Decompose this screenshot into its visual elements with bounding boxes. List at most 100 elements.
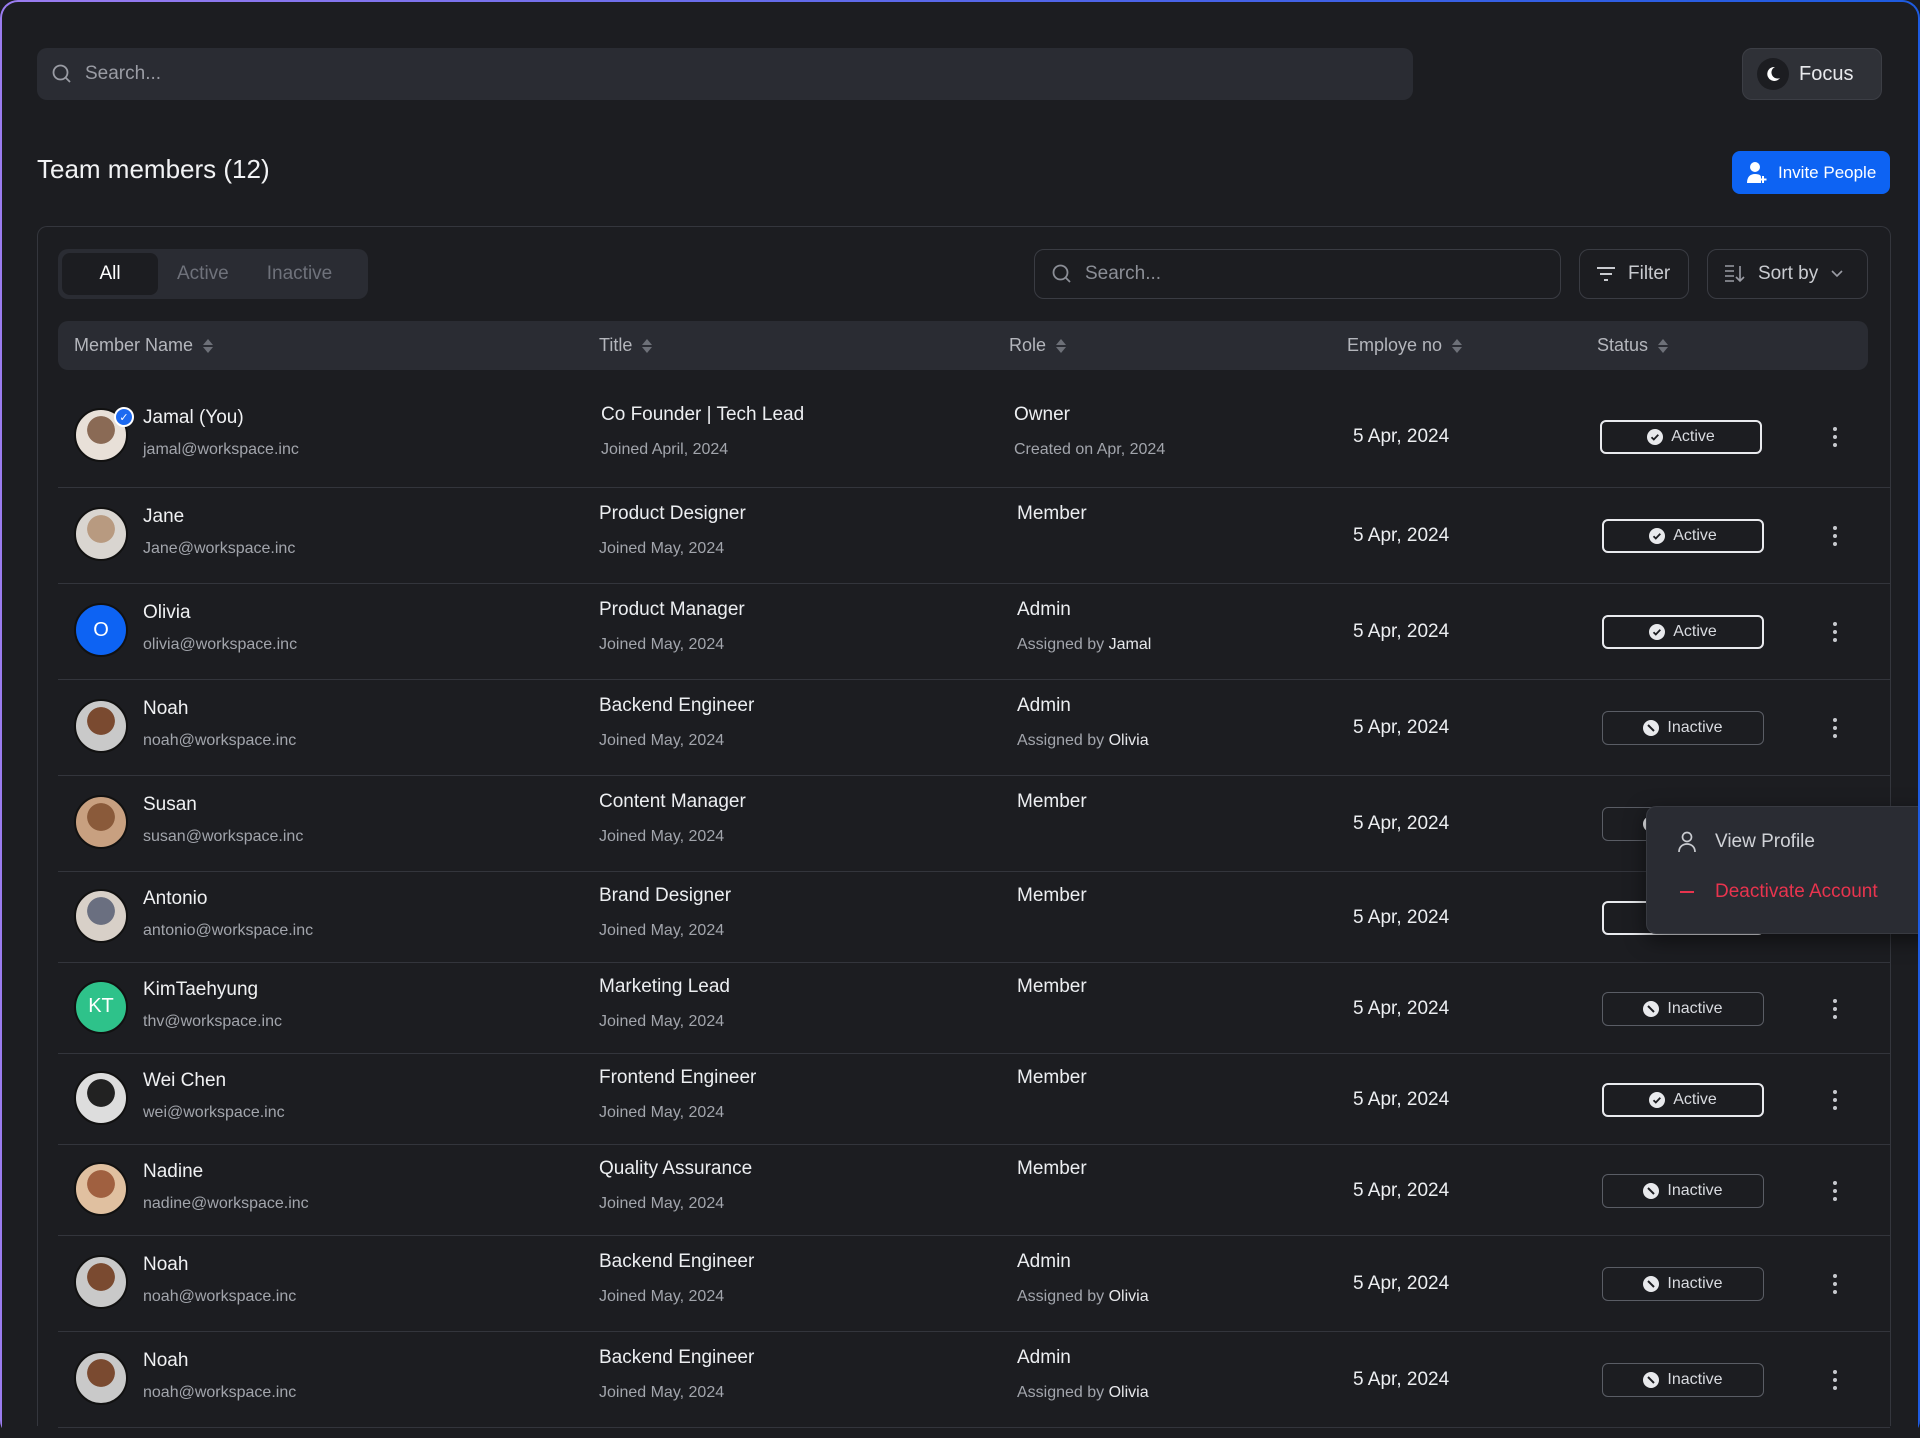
column-label: Status <box>1597 335 1649 355</box>
focus-toggle-button[interactable]: Focus <box>1742 48 1882 100</box>
table-row[interactable]: O Olivia olivia@workspace.inc Product Manag… <box>58 584 1890 680</box>
table-row[interactable]: Noah noah@workspace.inc Backend Engineer Jo… <box>58 1236 1890 1332</box>
table-row[interactable]: Nadine nadine@workspace.inc Quality Assura… <box>58 1145 1890 1236</box>
column-label: Employe no <box>1347 335 1443 355</box>
column-status[interactable]: Status <box>1597 321 1669 370</box>
sort-icon <box>1452 338 1463 353</box>
tab-active[interactable]: Active <box>158 253 248 295</box>
role-assigner: Olivia <box>1108 1384 1149 1401</box>
invite-people-button[interactable]: Invite People <box>1732 151 1890 194</box>
global-search-input[interactable]: Search... <box>37 48 1413 100</box>
more-options-icon[interactable] <box>1833 1180 1839 1201</box>
blocked-icon <box>1643 1182 1660 1199</box>
column-label: Role <box>1009 335 1047 355</box>
status-label: Inactive <box>1667 1275 1723 1292</box>
table-row[interactable]: Jane Jane@workspace.inc Product Designer Jo… <box>58 488 1890 584</box>
moon-icon <box>1757 58 1789 90</box>
menu-item-label: Deactivate Account <box>1715 881 1878 902</box>
member-name: Nadine <box>143 1160 204 1182</box>
more-options-icon[interactable] <box>1833 998 1839 1019</box>
column-title[interactable]: Title <box>599 321 653 370</box>
member-email: nadine@workspace.inc <box>143 1194 309 1212</box>
status-badge: Active <box>1600 420 1762 454</box>
column-label: Title <box>599 335 633 355</box>
more-options-icon[interactable] <box>1833 622 1839 642</box>
employee-date: 5 Apr, 2024 <box>1353 525 1450 546</box>
status-label: Active <box>1673 623 1717 640</box>
member-title: Content Manager <box>599 791 746 812</box>
member-joined: Joined May, 2024 <box>599 1384 725 1401</box>
minus-icon <box>1680 891 1694 893</box>
column-employee-no[interactable]: Employe no <box>1347 321 1463 370</box>
employee-date: 5 Apr, 2024 <box>1353 813 1450 834</box>
member-email: noah@workspace.inc <box>143 1384 297 1401</box>
table-header: Member Name Title Role Employe no Status <box>58 321 1868 370</box>
member-role: Member <box>1017 503 1087 524</box>
add-user-icon <box>1747 161 1767 183</box>
menu-item-view-profile[interactable]: View Profile <box>1677 831 1815 853</box>
avatar <box>74 1161 128 1216</box>
column-member-name[interactable]: Member Name <box>74 321 214 370</box>
member-name: Noah <box>143 698 189 719</box>
role-note: Assigned by Olivia <box>1017 732 1149 750</box>
sort-by-dropdown[interactable]: Sort by <box>1707 249 1868 299</box>
table-row[interactable]: Wei Chen wei@workspace.inc Frontend Engine… <box>58 1054 1890 1145</box>
member-role: Member <box>1017 1066 1087 1088</box>
status-label: Inactive <box>1667 1181 1723 1199</box>
member-joined: Joined May, 2024 <box>599 921 725 939</box>
member-title: Product Designer <box>599 503 746 524</box>
member-title: Brand Designer <box>599 884 732 906</box>
filter-icon <box>1597 267 1615 281</box>
more-options-icon[interactable] <box>1833 1089 1839 1110</box>
table-row[interactable]: KT KimTaehyung thv@workspace.inc Marketing … <box>58 963 1890 1054</box>
members-search-input[interactable]: Search... <box>1034 249 1561 299</box>
app-window: Search... Focus Team members (12) Invite… <box>0 0 1920 1438</box>
member-email: antonio@workspace.inc <box>143 921 314 939</box>
more-options-icon[interactable] <box>1833 526 1839 546</box>
more-options-icon[interactable] <box>1833 1370 1839 1390</box>
employee-date: 5 Apr, 2024 <box>1353 1088 1450 1110</box>
member-title: Marketing Lead <box>599 975 730 997</box>
status-label: Inactive <box>1667 719 1723 736</box>
employee-date: 5 Apr, 2024 <box>1353 426 1450 447</box>
search-icon <box>1052 264 1071 283</box>
member-email: jamal@workspace.inc <box>143 441 299 458</box>
tab-all[interactable]: All <box>62 253 158 295</box>
more-options-icon[interactable] <box>1833 718 1839 738</box>
member-name: Wei Chen <box>143 1069 227 1091</box>
menu-item-deactivate-account[interactable]: Deactivate Account <box>1677 881 1878 903</box>
role-note-text: Created on Apr, 2024 <box>1014 441 1166 458</box>
table-row[interactable]: ✓ Jamal (You) jamal@workspace.inc Co Founde… <box>58 386 1890 488</box>
avatar-initials: KT <box>88 995 114 1017</box>
check-circle-icon <box>1647 429 1664 445</box>
user-icon <box>1678 831 1696 853</box>
more-options-icon[interactable] <box>1833 427 1839 447</box>
blocked-icon <box>1643 1000 1660 1017</box>
avatar <box>74 507 128 561</box>
employee-date: 5 Apr, 2024 <box>1353 1273 1450 1294</box>
table-row[interactable]: Antonio antonio@workspace.inc Brand Design… <box>58 872 1890 963</box>
avatar <box>74 1255 128 1309</box>
table-row[interactable]: Noah noah@workspace.inc Backend Engineer Jo… <box>58 680 1890 776</box>
member-joined: Joined May, 2024 <box>599 1288 725 1305</box>
role-assigner: Olivia <box>1108 1288 1149 1305</box>
role-note: Assigned by Olivia <box>1017 1384 1149 1402</box>
status-label: Active <box>1673 1090 1717 1108</box>
filter-button[interactable]: Filter <box>1579 249 1689 299</box>
column-role[interactable]: Role <box>1009 321 1067 370</box>
table-row[interactable]: Susan susan@workspace.inc Content Manager J… <box>58 776 1890 872</box>
table-row[interactable]: Noah noah@workspace.inc Backend Engineer Jo… <box>58 1332 1890 1428</box>
member-role: Owner <box>1014 404 1070 425</box>
search-placeholder: Search... <box>1085 263 1162 284</box>
more-options-icon[interactable] <box>1833 1274 1839 1294</box>
member-name: Noah <box>143 1254 189 1275</box>
avatar <box>74 1070 128 1125</box>
tab-inactive[interactable]: Inactive <box>248 253 351 295</box>
role-note: Assigned by Jamal <box>1017 636 1151 654</box>
member-role: Member <box>1017 1157 1087 1179</box>
check-circle-icon <box>1649 624 1666 640</box>
member-role: Admin <box>1017 1251 1071 1272</box>
status-badge: Inactive <box>1602 1173 1764 1208</box>
employee-date: 5 Apr, 2024 <box>1353 997 1450 1019</box>
avatar <box>74 699 128 753</box>
